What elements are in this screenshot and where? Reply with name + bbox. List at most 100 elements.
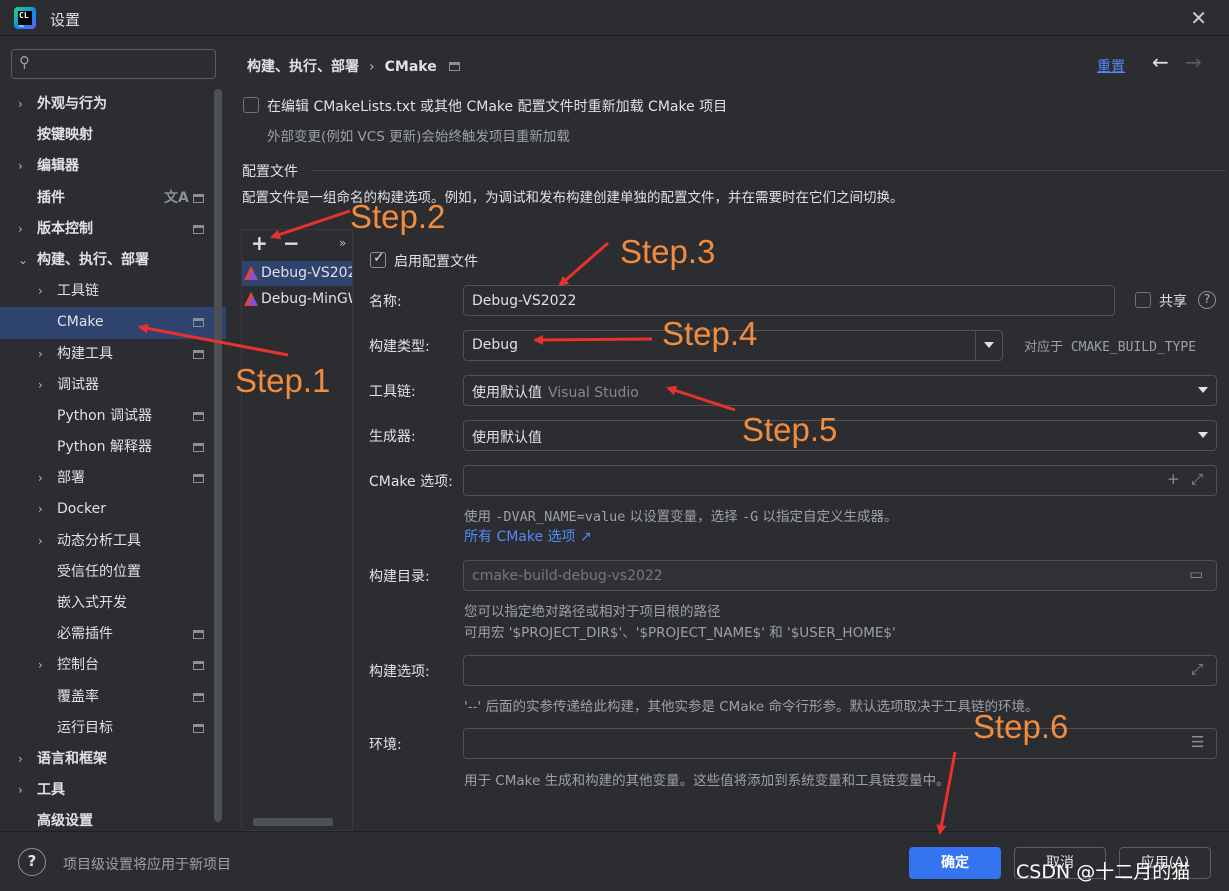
help-icon[interactable]: ? <box>1198 291 1216 309</box>
profile-name: Debug-MinGW <box>261 291 352 307</box>
chevron-right-icon: › <box>38 346 43 361</box>
sidebar-item-build-execution-deployment[interactable]: ⌄ 构建、执行、部署 <box>0 245 212 276</box>
sidebar-item-dynamic-analysis[interactable]: › 动态分析工具 <box>0 526 212 557</box>
window-title: 设置 <box>50 11 81 29</box>
sidebar-item-console[interactable]: › 控制台 <box>0 650 212 681</box>
folder-icon[interactable]: ▭ <box>1189 565 1203 583</box>
section-divider <box>312 170 1226 171</box>
sidebar-item-embedded[interactable]: 嵌入式开发 <box>0 588 212 619</box>
sidebar-item-cmake[interactable]: CMake <box>0 307 226 339</box>
expand-icon[interactable]: ⤢ <box>1191 660 1203 678</box>
build-dir-field[interactable]: ▭ <box>463 560 1217 591</box>
profile-toolbar: + − » <box>242 230 352 260</box>
sidebar-item-label: 工具 <box>37 782 65 799</box>
build-type-dropdown-button[interactable] <box>976 331 1002 360</box>
close-icon[interactable]: ✕ <box>1190 6 1207 30</box>
sidebar-item-build-tools[interactable]: › 构建工具 <box>0 339 212 370</box>
sidebar-item-deployment[interactable]: › 部署 <box>0 463 212 494</box>
hint-code: -G <box>741 509 759 525</box>
profile-list-item[interactable]: Debug-VS2022 <box>242 261 352 286</box>
add-profile-button[interactable]: + <box>251 231 268 255</box>
sidebar-item-languages[interactable]: › 语言和框架 <box>0 744 212 775</box>
profile-list-item[interactable]: Debug-MinGW <box>242 287 352 312</box>
build-type-value: Debug <box>472 337 519 353</box>
sidebar-item-required-plugins[interactable]: 必需插件 <box>0 619 212 650</box>
sidebar-item-label: 控制台 <box>57 657 99 674</box>
search-input[interactable] <box>42 54 210 74</box>
sidebar-item-trusted-locations[interactable]: 受信任的位置 <box>0 557 212 588</box>
share-checkbox[interactable] <box>1135 292 1151 308</box>
sidebar-scrollbar[interactable] <box>214 89 222 822</box>
edit-variables-icon[interactable]: ☰ <box>1191 733 1204 751</box>
sidebar-item-run-targets[interactable]: 运行目标 <box>0 713 212 744</box>
reload-cmake-checkbox[interactable] <box>243 97 259 113</box>
share-label: 共享 <box>1159 294 1187 310</box>
sidebar-item-toolchains[interactable]: › 工具链 <box>0 276 212 307</box>
breadcrumb-parent[interactable]: 构建、执行、部署 <box>247 59 359 75</box>
enable-profile-checkbox[interactable] <box>370 250 386 268</box>
sidebar-item-plugins[interactable]: 插件 文A <box>0 183 212 214</box>
sidebar-item-vcs[interactable]: › 版本控制 <box>0 214 212 245</box>
sidebar-item-debugger[interactable]: › 调试器 <box>0 370 212 401</box>
cmake-options-field[interactable]: + ⤢ <box>463 465 1217 496</box>
chevron-down-icon: ⌄ <box>18 252 29 267</box>
name-label: 名称: <box>369 294 402 310</box>
settings-search[interactable]: ⚲ <box>11 49 216 79</box>
sidebar-item-keymap[interactable]: 按键映射 <box>0 120 212 151</box>
sidebar-item-label: 插件 <box>37 189 65 206</box>
expand-icon[interactable]: ⤢ <box>1191 470 1203 488</box>
toolchain-value: 使用默认值 Visual Studio <box>472 382 639 402</box>
generator-value: 使用默认值 <box>472 430 542 446</box>
sidebar-item-python-interpreter[interactable]: Python 解释器 <box>0 432 212 463</box>
step-1-annotation: Step.1 <box>235 362 331 399</box>
ok-button[interactable]: 确定 <box>909 847 1001 879</box>
reset-link[interactable]: 重置 <box>1097 56 1125 76</box>
build-type-hint: 对应于 CMAKE_BUILD_TYPE <box>1024 340 1197 355</box>
project-level-icon <box>193 474 204 484</box>
sidebar-item-label: Docker <box>57 501 107 518</box>
build-options-input[interactable] <box>472 661 1172 681</box>
environment-field[interactable]: ☰ <box>463 728 1217 759</box>
build-dir-input[interactable] <box>472 566 1172 586</box>
sidebar-item-editor[interactable]: › 编辑器 <box>0 151 212 182</box>
sidebar-item-appearance[interactable]: › 外观与行为 <box>0 89 212 120</box>
sidebar-item-label: 必需插件 <box>57 626 113 643</box>
profile-name-field[interactable] <box>463 285 1115 316</box>
remove-profile-button[interactable]: − <box>283 231 300 255</box>
all-cmake-options-link[interactable]: 所有 CMake 选项 ↗ <box>464 526 592 546</box>
sidebar-item-label: CMake <box>57 314 104 331</box>
sidebar-item-python-debugger[interactable]: Python 调试器 <box>0 401 212 432</box>
profile-list-panel: + − » Debug-VS2022 Debug-MinGW <box>241 229 353 831</box>
sidebar-item-tools[interactable]: › 工具 <box>0 775 212 806</box>
sidebar-item-coverage[interactable]: 覆盖率 <box>0 682 212 713</box>
settings-tree: › 外观与行为 按键映射 › 编辑器 插件 文A › 版本控制 ⌄ 构建、执行、部署 › 工… <box>0 89 226 838</box>
toolchain-combo[interactable]: 使用默认值 Visual Studio <box>463 375 1217 406</box>
project-level-icon <box>193 349 204 359</box>
build-options-label: 构建选项: <box>369 664 430 680</box>
sidebar-item-label: 按键映射 <box>37 127 93 144</box>
sidebar-item-label: 构建工具 <box>57 345 113 362</box>
hint-text: 以指定自定义生成器。 <box>758 509 898 525</box>
forward-arrow-icon: → <box>1185 50 1202 74</box>
cmake-options-input[interactable] <box>472 471 1152 491</box>
profile-list-scrollbar[interactable] <box>253 818 333 826</box>
generator-combo[interactable]: 使用默认值 <box>463 420 1217 451</box>
breadcrumb: 构建、执行、部署 › CMake <box>247 56 460 76</box>
environment-hint: 用于 CMake 生成和构建的其他变量。这些值将添加到系统变量和工具链变量中。 <box>464 773 950 789</box>
sidebar-item-docker[interactable]: › Docker <box>0 494 212 525</box>
add-icon[interactable]: + <box>1167 470 1180 488</box>
chevron-down-icon <box>1198 387 1208 393</box>
back-arrow-icon[interactable]: ← <box>1152 50 1169 74</box>
project-level-icon <box>448 62 460 71</box>
more-actions-icon[interactable]: » <box>339 236 346 250</box>
toolchain-value-text: 使用默认值 <box>472 385 542 401</box>
profile-name-input[interactable] <box>472 291 1102 311</box>
help-button[interactable]: ? <box>18 848 46 876</box>
reload-cmake-hint: 外部变更(例如 VCS 更新)会始终触发项目重新加载 <box>267 129 570 145</box>
clion-logo-icon: CL — <box>14 7 36 30</box>
chevron-right-icon: › <box>38 284 43 299</box>
project-level-icon <box>193 723 204 733</box>
sidebar-item-label: 编辑器 <box>37 158 79 175</box>
hint-text: 以设置变量，选择 <box>625 509 742 525</box>
build-options-field[interactable]: ⤢ <box>463 655 1217 686</box>
